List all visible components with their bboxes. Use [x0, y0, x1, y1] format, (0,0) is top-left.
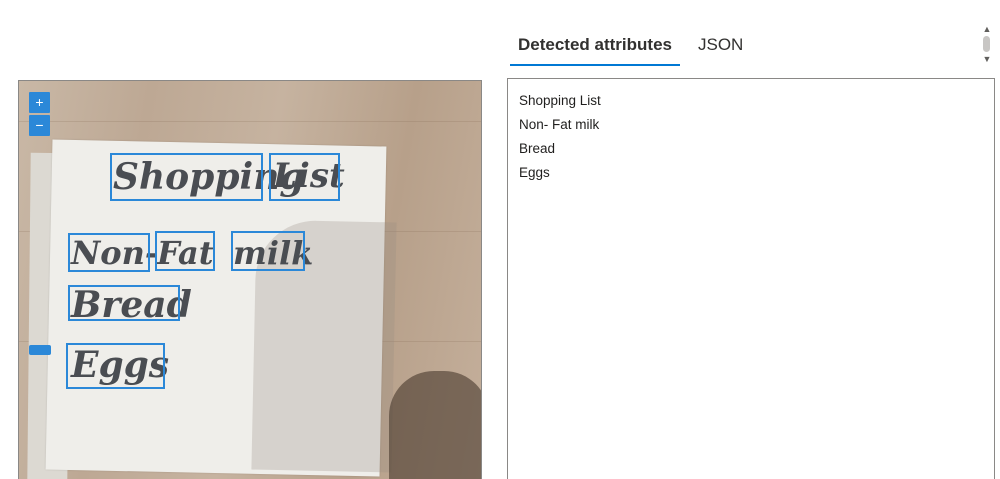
- word-bounding-box: [68, 285, 180, 321]
- detected-line: Bread: [519, 141, 556, 156]
- detected-line: Shopping List: [519, 93, 601, 108]
- chevron-down-icon[interactable]: ▼: [980, 54, 994, 64]
- tabs-scroller: ▲ ▼: [980, 22, 994, 66]
- detected-line: Non- Fat milk: [519, 117, 600, 132]
- chevron-up-icon[interactable]: ▲: [980, 24, 994, 34]
- detected-text-panel: Shopping List Non- Fat milk Bread Eggs: [507, 78, 995, 479]
- word-bounding-box: [110, 153, 263, 201]
- word-bounding-box: [269, 153, 340, 201]
- zoom-out-button[interactable]: −: [29, 115, 50, 136]
- results-tabs: Detected attributes JSON: [510, 28, 761, 68]
- scrollbar-thumb[interactable]: [983, 36, 990, 52]
- tab-json[interactable]: JSON: [690, 28, 751, 66]
- word-bounding-box: [68, 233, 150, 272]
- image-viewer[interactable]: Shopping List Non- Fat milk Bread Eggs +…: [18, 80, 482, 479]
- wood-grain: [19, 121, 481, 122]
- word-bounding-box: [66, 343, 165, 389]
- word-bounding-box: [155, 231, 215, 271]
- word-bounding-box: [231, 231, 305, 271]
- tab-detected-attributes[interactable]: Detected attributes: [510, 28, 680, 66]
- table-shadow: [389, 371, 481, 479]
- zoom-in-button[interactable]: +: [29, 92, 50, 113]
- detected-line: Eggs: [519, 165, 550, 180]
- zoom-slider-handle[interactable]: [29, 345, 51, 355]
